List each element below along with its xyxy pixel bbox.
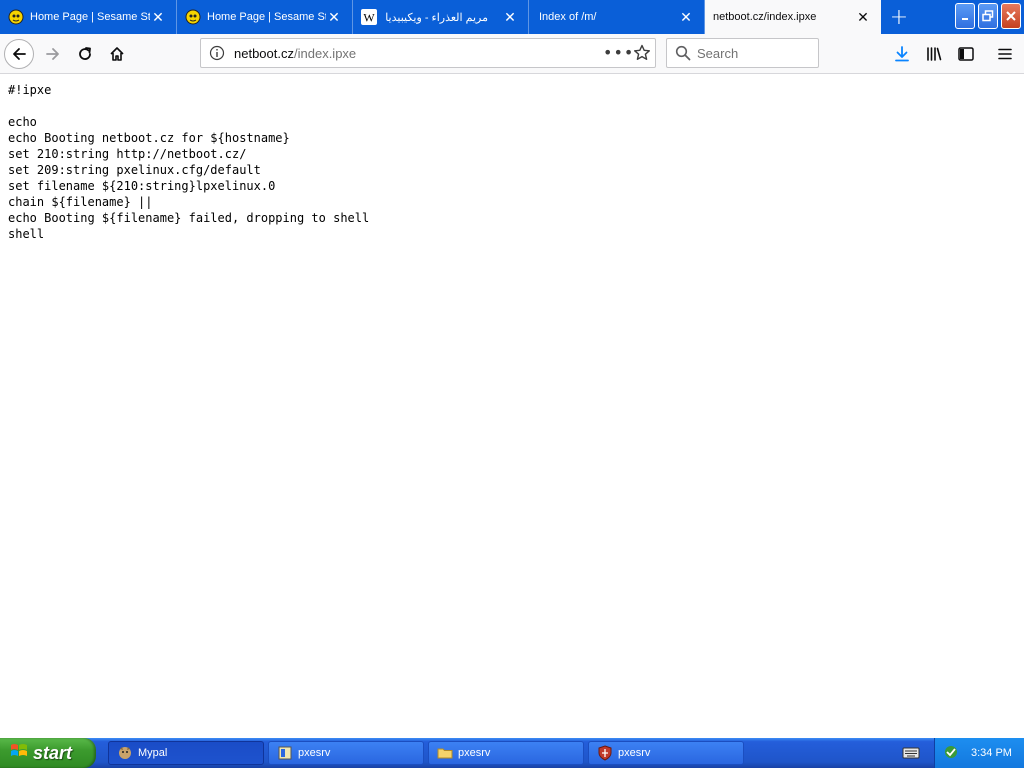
bookmark-star-icon[interactable] [633, 44, 651, 66]
close-icon [1006, 11, 1016, 21]
code-line: echo [8, 115, 37, 129]
taskbar-item-label: Mypal [138, 747, 168, 759]
code-line: set filename ${210:string}lpxelinux.0 [8, 179, 276, 193]
home-icon [110, 47, 124, 61]
tab-title: Index of /m/ [539, 11, 597, 23]
taskbar-item-label: pxesrv [618, 747, 651, 759]
code-line: set 210:string http://netboot.cz/ [8, 147, 247, 161]
start-button[interactable]: start [0, 738, 96, 768]
restore-button[interactable] [978, 3, 998, 29]
url-path: /index.ipxe [294, 46, 357, 61]
taskbar-item-pxesrv-3[interactable]: pxesrv [588, 741, 744, 765]
home-button[interactable] [102, 39, 132, 69]
search-box[interactable] [666, 38, 819, 68]
code-line: set 209:string pxelinux.cfg/default [8, 163, 261, 177]
forward-button[interactable] [38, 39, 68, 69]
menu-button[interactable] [990, 39, 1020, 69]
page-actions-icon[interactable]: ••• [603, 43, 634, 62]
url-host: netboot.cz [234, 46, 294, 61]
nav-bar: netboot.cz/index.ipxe ••• [0, 34, 1024, 74]
close-window-button[interactable] [1001, 3, 1021, 29]
tab-sesame-2[interactable]: Home Page | Sesame St ✕ [177, 0, 353, 34]
url-text[interactable]: netboot.cz/index.ipxe [234, 46, 356, 61]
download-icon [895, 46, 909, 62]
taskbar-item-label: pxesrv [298, 747, 331, 759]
close-tab-icon[interactable]: ✕ [855, 9, 871, 25]
mypal-icon [117, 745, 133, 761]
tab-title: مريم العذراء - ويكيبيديا [385, 11, 488, 24]
close-tab-icon[interactable]: ✕ [678, 9, 694, 25]
reload-icon [79, 47, 91, 60]
tab-netboot[interactable]: netboot.cz/index.ipxe ✕ [705, 0, 881, 34]
taskbar-item-mypal[interactable]: Mypal [108, 741, 264, 765]
clock[interactable]: 3:34 PM [971, 747, 1012, 759]
windows-logo-icon [10, 742, 28, 765]
code-line: echo Booting ${filename} failed, droppin… [8, 211, 370, 225]
page-content: #!ipxe echo echo Booting netboot.cz for … [0, 74, 1024, 738]
tab-index[interactable]: Index of /m/ ✕ [529, 0, 705, 34]
tab-title: Home Page | Sesame St [30, 11, 150, 23]
forward-arrow-icon [46, 48, 59, 60]
code-line: #!ipxe [8, 83, 52, 97]
search-icon [675, 45, 691, 65]
restore-icon [982, 10, 994, 22]
system-tray: 3:34 PM [934, 738, 1024, 768]
reload-button[interactable] [70, 39, 100, 69]
keyboard-icon[interactable] [902, 745, 920, 765]
svg-text:W: W [363, 11, 375, 25]
network-icon[interactable] [943, 744, 959, 763]
close-tab-icon[interactable]: ✕ [326, 9, 342, 25]
minimize-button[interactable] [955, 3, 975, 29]
sidebar-button[interactable] [951, 39, 981, 69]
script-text: #!ipxe echo echo Booting netboot.cz for … [0, 74, 1024, 250]
wikipedia-icon: W [361, 9, 377, 25]
minimize-icon [962, 18, 968, 20]
search-input[interactable] [697, 44, 812, 62]
hamburger-menu-icon [998, 48, 1012, 60]
folder-icon [437, 745, 453, 761]
back-button[interactable] [4, 39, 34, 69]
library-icon [927, 47, 942, 61]
taskbar-item-label: pxesrv [458, 747, 491, 759]
tab-title: Home Page | Sesame St [207, 11, 326, 23]
code-line: echo Booting netboot.cz for ${hostname} [8, 131, 290, 145]
screen: Home Page | Sesame St ✕ Home Page | Sesa… [0, 0, 1024, 768]
sesame-icon [185, 9, 201, 25]
library-button[interactable] [919, 39, 949, 69]
close-tab-icon[interactable]: ✕ [502, 9, 518, 25]
start-label: start [33, 742, 73, 763]
code-line: shell [8, 227, 45, 241]
close-tab-icon[interactable]: ✕ [150, 9, 166, 25]
tab-strip: Home Page | Sesame St ✕ Home Page | Sesa… [0, 0, 1024, 34]
app-icon [277, 745, 293, 761]
downloads-button[interactable] [887, 39, 917, 69]
new-tab-button[interactable]: + [884, 4, 914, 30]
tab-wikipedia[interactable]: W مريم العذراء - ويكيبيديا ✕ [353, 0, 529, 34]
sidebar-icon [958, 47, 974, 61]
sesame-icon [8, 9, 24, 25]
taskbar: start Mypal pxesrv pxesrv pxesrv 3:34 PM [0, 738, 1024, 768]
tab-title: netboot.cz/index.ipxe [713, 11, 817, 23]
taskbar-item-pxesrv-1[interactable]: pxesrv [268, 741, 424, 765]
taskbar-item-pxesrv-2[interactable]: pxesrv [428, 741, 584, 765]
shield-app-icon [597, 745, 613, 761]
site-info-icon[interactable] [209, 45, 225, 65]
tab-sesame-1[interactable]: Home Page | Sesame St ✕ [0, 0, 177, 34]
back-arrow-icon [13, 48, 26, 60]
code-line: chain ${filename} || [8, 195, 153, 209]
url-bar[interactable]: netboot.cz/index.ipxe ••• [200, 38, 656, 68]
